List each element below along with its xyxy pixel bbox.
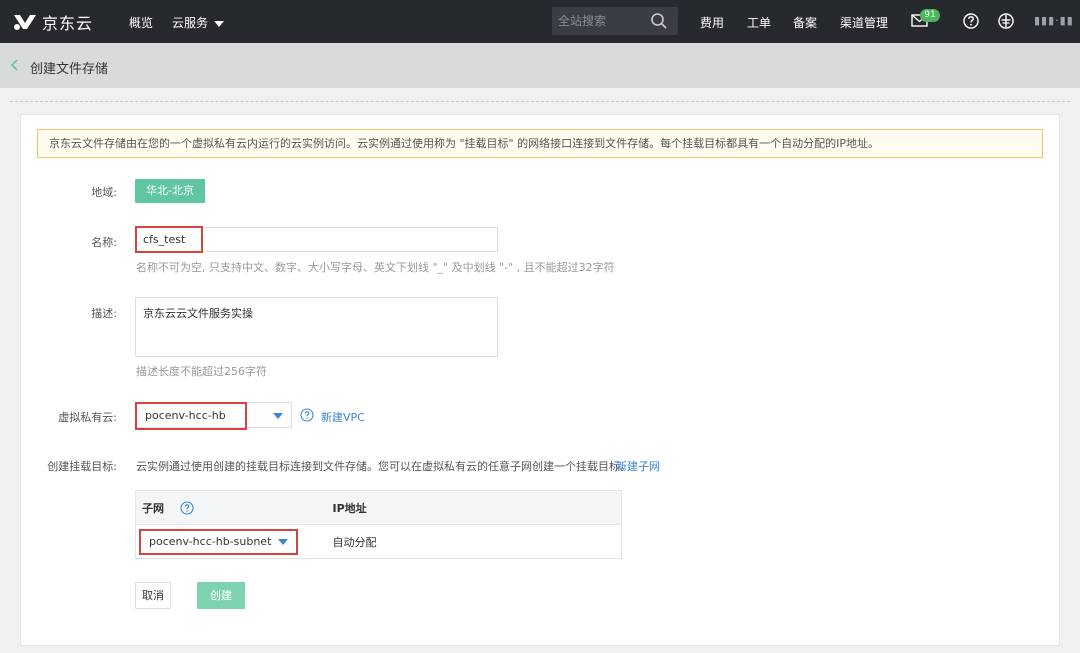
help-circle-icon[interactable] bbox=[180, 500, 194, 515]
col-ip-header: IP地址 bbox=[326, 490, 622, 525]
top-nav: 京东云 概览 云服务 费用 工单 备案 渠道管理 91 ▮▮▮·▮▮ bbox=[0, 0, 1080, 43]
name-label: 名称: bbox=[91, 236, 117, 249]
page-title: 创建文件存储 bbox=[30, 62, 109, 77]
new-subnet-link[interactable]: 新建子网 bbox=[616, 458, 660, 474]
nav-cloud-services-label: 云服务 bbox=[172, 16, 209, 30]
vpc-select[interactable]: pocenv-hcc-hb bbox=[135, 402, 292, 428]
search-input[interactable] bbox=[558, 12, 646, 30]
nav-filing[interactable]: 备案 bbox=[793, 14, 817, 31]
mount-target-label: 创建挂载目标: bbox=[47, 460, 117, 473]
info-notice: 京东云文件存储由在您的一个虚拟私有云内运行的云实例访问。云实例通过使用称为 "挂… bbox=[37, 129, 1043, 158]
back-arrow-icon[interactable] bbox=[10, 59, 20, 71]
nav-tickets[interactable]: 工单 bbox=[747, 14, 771, 31]
name-input[interactable] bbox=[135, 227, 498, 252]
nav-billing[interactable]: 费用 bbox=[700, 14, 724, 31]
new-vpc-link[interactable]: 新建VPC bbox=[321, 409, 365, 425]
mail-count-badge: 91 bbox=[920, 9, 940, 22]
nav-cloud-services[interactable]: 云服务 bbox=[172, 14, 225, 31]
vpc-select-value: pocenv-hcc-hb bbox=[145, 409, 226, 422]
jdcloud-logo-icon bbox=[14, 15, 36, 30]
nav-overview[interactable]: 概览 bbox=[129, 14, 153, 31]
page-header: 创建文件存储 bbox=[0, 43, 1080, 88]
col-subnet-header: 子网 bbox=[135, 490, 327, 525]
description-textarea[interactable]: 京东云云文件服务实操 bbox=[135, 297, 498, 357]
help-circle-icon[interactable] bbox=[962, 12, 980, 30]
mount-target-table: 子网 IP地址 pocenv-hcc-hb-subnet 自动分配 bbox=[135, 490, 622, 559]
divider bbox=[10, 101, 1070, 102]
create-form-card: 京东云文件存储由在您的一个虚拟私有云内运行的云实例访问。云实例通过使用称为 "挂… bbox=[20, 114, 1060, 646]
subnet-cell: pocenv-hcc-hb-subnet bbox=[135, 524, 327, 559]
caret-down-icon bbox=[278, 538, 288, 545]
subnet-select-value: pocenv-hcc-hb-subnet bbox=[149, 534, 272, 548]
description-hint: 描述长度不能超过256字符 bbox=[136, 365, 267, 378]
mount-target-description: 云实例通过使用创建的挂载目标连接到文件存储。您可以在虚拟私有云的任意子网创建一个… bbox=[136, 460, 631, 473]
jdcloud-logo[interactable]: 京东云 bbox=[12, 9, 93, 35]
language-icon[interactable] bbox=[997, 12, 1015, 30]
table-header-row: 子网 IP地址 bbox=[135, 490, 622, 525]
help-circle-icon[interactable] bbox=[300, 408, 314, 422]
col-subnet-label: 子网 bbox=[142, 501, 164, 515]
subnet-select[interactable]: pocenv-hcc-hb-subnet bbox=[142, 531, 327, 553]
vpc-label: 虚拟私有云: bbox=[58, 411, 117, 424]
nav-channel[interactable]: 渠道管理 bbox=[840, 14, 888, 31]
description-label: 描述: bbox=[91, 307, 117, 320]
name-hint: 名称不可为空, 只支持中文、数字、大小写字母、英文下划线 "_" 及中划线 "-… bbox=[136, 261, 615, 274]
cancel-button[interactable]: 取消 bbox=[135, 582, 171, 609]
create-button[interactable]: 创建 bbox=[197, 582, 245, 609]
ip-cell: 自动分配 bbox=[326, 524, 622, 559]
table-row: pocenv-hcc-hb-subnet 自动分配 bbox=[135, 524, 622, 559]
region-option-north-beijing[interactable]: 华北-北京 bbox=[135, 179, 205, 203]
chevron-down-icon bbox=[214, 20, 225, 27]
global-search bbox=[552, 7, 678, 35]
caret-down-icon bbox=[273, 413, 283, 419]
search-icon[interactable] bbox=[650, 12, 668, 30]
user-menu[interactable]: ▮▮▮·▮▮ bbox=[1034, 14, 1074, 27]
logo-text: 京东云 bbox=[42, 14, 94, 33]
region-label: 地域: bbox=[91, 186, 117, 199]
